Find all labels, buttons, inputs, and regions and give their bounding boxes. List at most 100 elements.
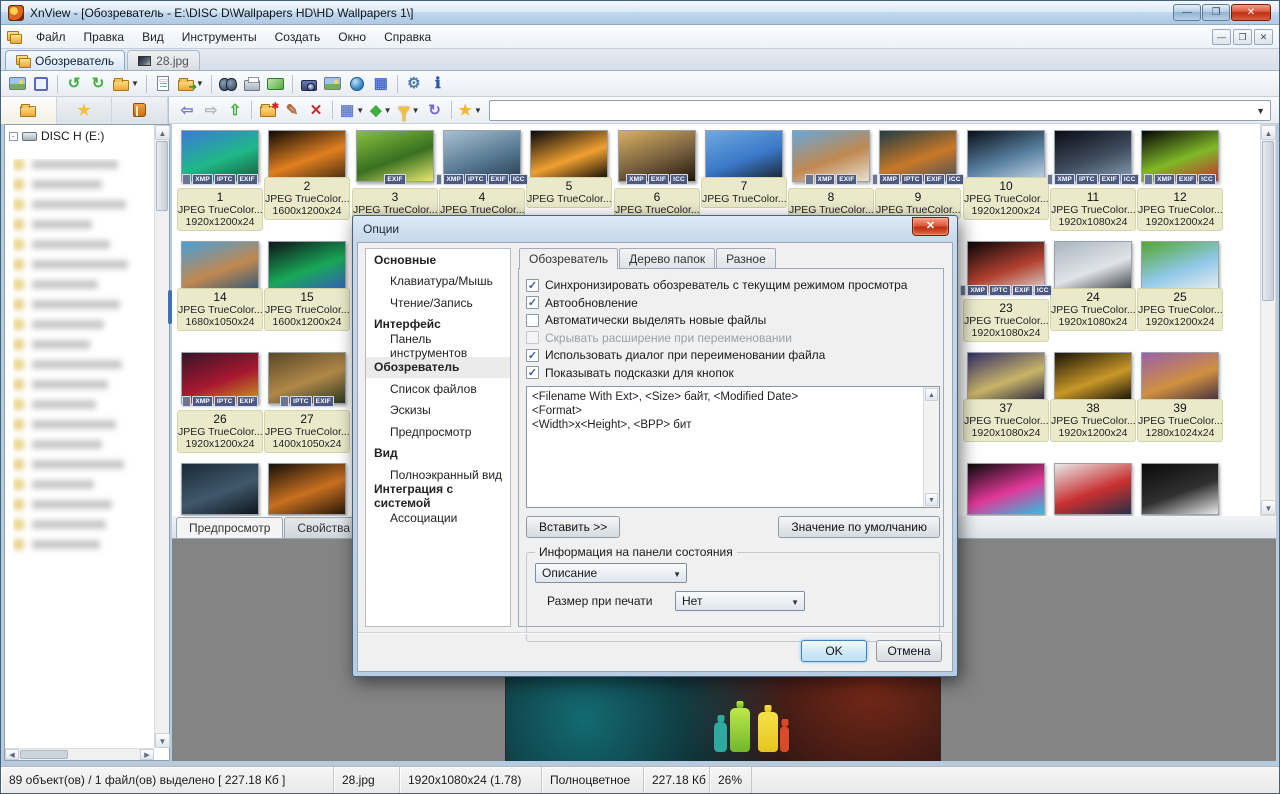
thumbnail-item[interactable] (264, 463, 350, 515)
slideshow-button[interactable] (264, 73, 288, 95)
browser-vscrollbar[interactable]: ▲ ▼ (1260, 124, 1276, 516)
menu-справка[interactable]: Справка (375, 27, 440, 47)
move-copy-button[interactable]: ▼ (110, 73, 142, 95)
textarea-vscrollbar[interactable]: ▲ ▼ (923, 387, 939, 507)
pane-categories-button[interactable] (112, 97, 168, 124)
thumbnail-image[interactable] (181, 241, 259, 293)
thumbnail-item[interactable] (1050, 463, 1136, 515)
nav-forward-button[interactable]: ⇨ (199, 99, 223, 121)
thumbnail-item[interactable]: XMPIPTCEXIF26JPEG TrueColor...1920x1200x… (177, 352, 263, 453)
scroll-down-icon[interactable]: ▼ (925, 493, 938, 506)
thumbnail-item[interactable]: 7JPEG TrueColor... (701, 130, 787, 208)
thumbnail-item[interactable]: XMPIPTCEXIFICC9JPEG TrueColor... (875, 130, 961, 219)
thumbnail-item[interactable]: XMPIPTCEXIFICC23JPEG TrueColor...1920x10… (963, 241, 1049, 342)
left-panel-vscrollbar[interactable]: ▲ ▼ (154, 125, 169, 748)
new-folder-button[interactable]: ✱ (256, 99, 280, 121)
scroll-up-icon[interactable]: ▲ (925, 388, 938, 401)
thumbnail-item[interactable]: XMPEXIFICC6JPEG TrueColor... (614, 130, 700, 219)
thumbnail-item[interactable]: 2JPEG TrueColor...1600x1200x24 (264, 130, 350, 220)
thumbnail-item[interactable]: 5JPEG TrueColor... (526, 130, 612, 208)
thumbnail-image[interactable] (1141, 352, 1219, 404)
checkbox[interactable] (526, 314, 539, 327)
doc-tab-image[interactable]: 28.jpg (127, 50, 200, 70)
scroll-down-icon[interactable]: ▼ (1261, 500, 1276, 515)
left-panel-hscrollbar[interactable]: ◀ ▶ (5, 748, 154, 760)
maximize-button[interactable]: ❐ (1202, 4, 1230, 21)
thumbnail-image[interactable] (1054, 352, 1132, 404)
contact-sheet-button[interactable]: ▦ (369, 73, 393, 95)
thumbnail-item[interactable]: 10JPEG TrueColor...1920x1200x24 (963, 130, 1049, 220)
scroll-up-icon[interactable]: ▲ (155, 125, 170, 140)
dialog-title[interactable]: Опции (353, 216, 957, 242)
thumbnail-item[interactable]: 24JPEG TrueColor...1920x1080x24 (1050, 241, 1136, 331)
thumbnail-item[interactable]: 14JPEG TrueColor...1680x1050x24 (177, 241, 263, 331)
thumbnail-item[interactable]: 15JPEG TrueColor...1600x1200x24 (264, 241, 350, 331)
thumbnail-image[interactable] (967, 130, 1045, 182)
rename-button[interactable]: ✎ (280, 99, 304, 121)
settings-button[interactable]: ⚙ (402, 73, 426, 95)
address-combo[interactable]: ▼ (489, 100, 1271, 121)
mdi-close-button[interactable]: ✕ (1254, 29, 1273, 45)
tooltip-template-textarea[interactable]: <Filename With Ext>, <Size> байт, <Modif… (526, 386, 940, 508)
options-tree-item[interactable]: Чтение/Запись (366, 292, 510, 314)
options-tree-item[interactable]: Интеграция с системой (366, 486, 510, 508)
thumbnail-item[interactable]: 25JPEG TrueColor...1920x1200x24 (1137, 241, 1223, 331)
rotate-left-button[interactable]: ↺ (62, 73, 86, 95)
convert-button[interactable] (151, 73, 175, 95)
scrollbar-thumb[interactable] (156, 141, 168, 211)
checkbox[interactable]: ✓ (526, 349, 539, 362)
doc-tab-browser[interactable]: Обозреватель (5, 50, 125, 70)
menu-создать[interactable]: Создать (266, 27, 330, 47)
thumbnail-image[interactable] (1141, 241, 1219, 293)
checkbox[interactable]: ✓ (526, 279, 539, 292)
minimize-button[interactable]: — (1173, 4, 1201, 21)
web-page-button[interactable] (345, 73, 369, 95)
dialog-close-button[interactable]: ✕ (912, 217, 949, 236)
close-button[interactable]: ✕ (1231, 4, 1271, 21)
thumbnail-item[interactable]: XMPIPTCEXIF1JPEG TrueColor...1920x1200x2… (177, 130, 263, 231)
browser-button[interactable] (5, 73, 29, 95)
options-tree-item[interactable]: Список файлов (366, 378, 510, 400)
thumbnail-item[interactable]: IPTCEXIF27JPEG TrueColor...1400x1050x24 (264, 352, 350, 453)
thumbnail-item[interactable] (1137, 463, 1223, 515)
thumbnail-item[interactable]: XMPIPTCEXIFICC4JPEG TrueColor... (439, 130, 525, 219)
ok-button[interactable]: OK (801, 640, 867, 662)
favorites-button[interactable]: ★▼ (456, 99, 485, 121)
thumbnail-item[interactable] (963, 463, 1049, 515)
checkbox[interactable]: ✓ (526, 366, 539, 379)
mdi-minimize-button[interactable]: — (1212, 29, 1231, 45)
scrollbar-thumb[interactable] (1262, 141, 1274, 301)
pane-folders-button[interactable] (1, 97, 57, 124)
thumbnail-image[interactable] (1054, 463, 1132, 515)
open-with-button[interactable]: ➜▼ (175, 73, 207, 95)
nav-back-button[interactable]: ⇦ (175, 99, 199, 121)
refresh-button[interactable]: ↻ (423, 99, 447, 121)
mdi-restore-button[interactable]: ❐ (1233, 29, 1252, 45)
status-info-combo[interactable]: Описание ▼ (535, 563, 687, 583)
dialog-tab-0[interactable]: Обозреватель (519, 248, 618, 269)
panel-splitter[interactable] (168, 290, 172, 324)
thumbnail-item[interactable]: 37JPEG TrueColor...1920x1080x24 (963, 352, 1049, 442)
scroll-right-icon[interactable]: ▶ (140, 749, 154, 760)
thumbnail-image[interactable] (181, 463, 259, 515)
thumbnail-image[interactable] (530, 130, 608, 182)
view-mode-button[interactable]: ▦▼ (337, 99, 367, 121)
checkbox[interactable]: ✓ (526, 296, 539, 309)
thumbnail-item[interactable]: XMPIPTCEXIFICC11JPEG TrueColor...1920x10… (1050, 130, 1136, 231)
print-button[interactable] (240, 73, 264, 95)
title-bar[interactable]: XnView - [Обозреватель - E:\DISC D\Wallp… (1, 1, 1279, 25)
thumbnail-item[interactable]: 39JPEG TrueColor...1280x1024x24 (1137, 352, 1223, 442)
checkbox[interactable] (526, 331, 539, 344)
menu-вид[interactable]: Вид (133, 27, 173, 47)
menu-файл[interactable]: Файл (27, 27, 75, 47)
thumbnail-image[interactable] (268, 241, 346, 293)
sort-button[interactable]: ◆▼ (367, 99, 394, 121)
default-value-button[interactable]: Значение по умолчанию (778, 516, 940, 538)
tree-expander-icon[interactable]: - (9, 132, 18, 141)
wallpaper-button[interactable] (321, 73, 345, 95)
options-tree-item[interactable]: Эскизы (366, 400, 510, 422)
thumbnail-item[interactable] (177, 463, 263, 515)
thumbnail-image[interactable] (1054, 241, 1132, 293)
menu-инструменты[interactable]: Инструменты (173, 27, 266, 47)
options-tree-item[interactable]: Клавиатура/Мышь (366, 271, 510, 293)
